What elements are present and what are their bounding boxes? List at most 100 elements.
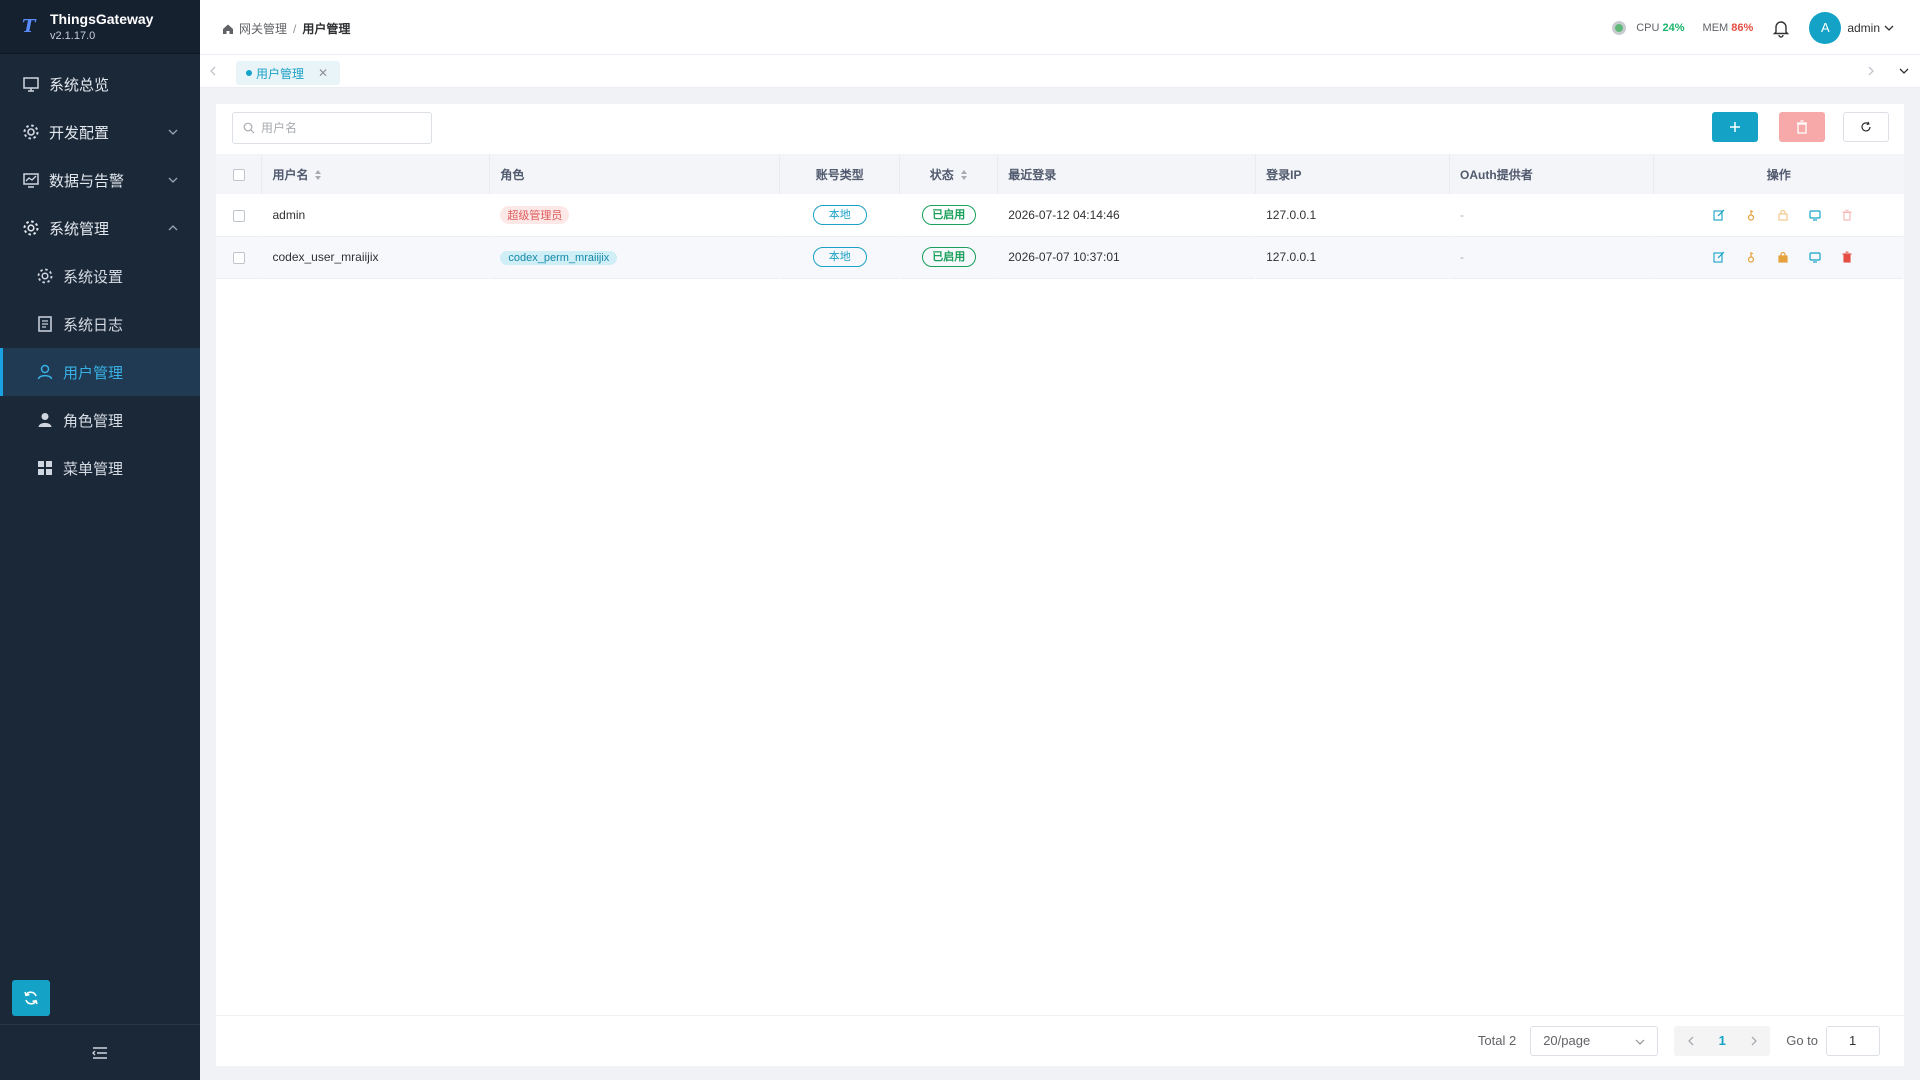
select-all-checkbox[interactable] [232, 168, 245, 181]
sidebar-item-label: 系统设置 [63, 268, 124, 286]
column-header-username[interactable]: 用户名 [261, 154, 491, 194]
prev-page-icon[interactable] [1686, 1035, 1696, 1047]
cell-username: admin [272, 207, 306, 222]
row-checkbox[interactable] [232, 251, 245, 264]
row-select-cell [216, 194, 262, 236]
column-header-role: 角色 [489, 154, 781, 194]
chevron-up-icon [168, 225, 178, 231]
column-label: 账号类型 [815, 167, 864, 182]
cell-account-type: 本地 [780, 194, 900, 236]
user-table-panel: 用户名 角色 账号类型 状态 最近登录 登录IP OAuth提供者 操作 adm… [216, 104, 1904, 1066]
sidebar-item-role-management[interactable]: 角色管理 [0, 396, 200, 444]
person-filled-icon [36, 411, 54, 429]
lock-icon[interactable] [1776, 208, 1790, 222]
sidebar-item-label: 角色管理 [63, 412, 124, 430]
bell-icon[interactable] [1771, 18, 1791, 38]
refresh-icon [1861, 121, 1871, 132]
cell-login-ip: 127.0.0.1 [1266, 250, 1317, 264]
chevron-left-icon[interactable] [208, 65, 218, 77]
trash-icon [1797, 120, 1807, 134]
column-label: 状态 [929, 167, 954, 182]
sidebar-item-data-alarm[interactable]: 数据与告警 [0, 156, 200, 204]
sidebar-item-system-log[interactable]: 系统日志 [0, 300, 200, 348]
cell-last-login: 2026-07-07 10:37:01 [1008, 250, 1120, 264]
chevron-down-icon [1635, 1039, 1645, 1045]
breadcrumb-item-gateway[interactable]: 网关管理 [239, 20, 287, 37]
chevron-right-icon[interactable] [1866, 65, 1876, 77]
device-icon[interactable] [1808, 250, 1822, 264]
column-header-status[interactable]: 状态 [899, 154, 999, 194]
delete-icon[interactable] [1840, 250, 1854, 264]
tab-user-management[interactable]: 用户管理 ✕ [236, 61, 341, 85]
search-box [232, 112, 432, 144]
sidebar-item-system-settings[interactable]: 系统设置 [0, 252, 200, 300]
page-size-select[interactable]: 20/page [1530, 1025, 1659, 1056]
column-header-actions: 操作 [1653, 154, 1903, 194]
next-page-icon[interactable] [1749, 1035, 1759, 1047]
tab-label: 用户管理 [256, 66, 305, 81]
key-icon[interactable] [1744, 208, 1758, 222]
brand: T ThingsGateway v2.1.17.0 [0, 0, 200, 54]
lock-icon[interactable] [1776, 250, 1790, 264]
chevron-down-icon[interactable] [1884, 23, 1894, 33]
row-checkbox[interactable] [232, 209, 245, 222]
edit-icon[interactable] [1712, 208, 1726, 222]
page-size-value: 20/page [1543, 1033, 1591, 1048]
cpu-metric: CPU 24% [1636, 22, 1684, 34]
home-icon [223, 24, 233, 34]
close-icon[interactable]: ✕ [318, 66, 328, 80]
column-header-last-login: 最近登录 [997, 154, 1257, 194]
sidebar-item-user-management[interactable]: 用户管理 [0, 348, 200, 396]
sidebar-item-label: 菜单管理 [63, 460, 124, 478]
cell-status: 已启用 [900, 236, 998, 278]
logo-icon: T [22, 15, 36, 37]
edit-icon[interactable] [1712, 250, 1726, 264]
table-row: admin 超级管理员 本地 已启用 2026-07-12 04:14:46 1… [216, 194, 1904, 236]
refresh-button[interactable] [1843, 112, 1889, 142]
document-icon [36, 315, 54, 333]
avatar[interactable]: A [1809, 11, 1842, 44]
device-icon[interactable] [1808, 208, 1822, 222]
delete-icon[interactable] [1840, 208, 1854, 222]
sidebar-collapse-button[interactable] [0, 1024, 200, 1080]
cpu-label: CPU [1636, 21, 1660, 34]
sidebar-item-overview[interactable]: 系统总览 [0, 60, 200, 108]
settings-icon [22, 219, 40, 237]
gear-icon [22, 123, 40, 141]
batch-delete-button[interactable] [1779, 112, 1825, 142]
column-label: 角色 [500, 167, 525, 182]
search-input[interactable] [261, 121, 421, 135]
sidebar-item-dev-config[interactable]: 开发配置 [0, 108, 200, 156]
breadcrumb-item-current: 用户管理 [302, 22, 351, 36]
page-number[interactable]: 1 [1719, 1033, 1726, 1048]
mem-value: 86% [1731, 21, 1754, 34]
sync-button[interactable] [12, 980, 50, 1016]
key-icon[interactable] [1744, 250, 1758, 264]
cell-role: codex_perm_mraiijix [490, 236, 780, 278]
row-select-cell [216, 236, 262, 278]
chevron-down-icon[interactable] [1898, 65, 1910, 77]
sort-icon[interactable] [314, 169, 322, 181]
goto-page-input[interactable] [1826, 1025, 1880, 1056]
sidebar-item-label: 开发配置 [49, 124, 110, 142]
menu-fold-icon [92, 1046, 107, 1059]
column-label: 操作 [1766, 167, 1791, 182]
account-type-tag: 本地 [812, 204, 867, 225]
chevron-down-icon [168, 177, 178, 183]
cell-oauth: - [1460, 207, 1465, 222]
role-tag: codex_perm_mraiijix [500, 250, 618, 265]
sidebar-item-label: 用户管理 [63, 364, 124, 382]
top-header: 网关管理 / 用户管理 CPU 24% MEM 86% A admin [200, 0, 1920, 55]
sidebar-item-label: 系统管理 [49, 220, 110, 238]
add-user-button[interactable] [1712, 112, 1758, 142]
user-name[interactable]: admin [1847, 21, 1880, 35]
cell-login-ip: 127.0.0.1 [1266, 207, 1317, 222]
sidebar-item-system-management[interactable]: 系统管理 [0, 204, 200, 252]
sort-icon[interactable] [960, 169, 968, 181]
sidebar-item-menu-management[interactable]: 菜单管理 [0, 444, 200, 492]
cell-account-type: 本地 [780, 236, 900, 278]
column-label: 用户名 [272, 167, 309, 182]
status-indicator-icon [1612, 20, 1627, 35]
user-icon [36, 363, 54, 381]
cell-actions [1653, 194, 1903, 236]
